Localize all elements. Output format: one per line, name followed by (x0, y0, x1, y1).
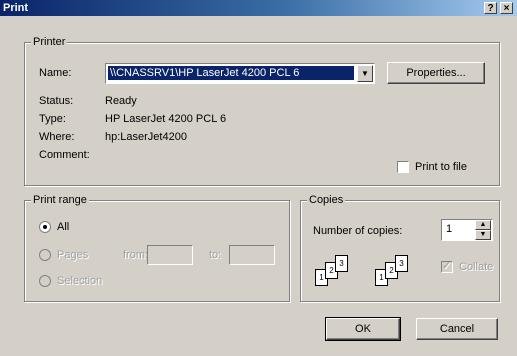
collate-copy-page-3: 3 (395, 255, 408, 272)
chevron-down-icon: ▼ (361, 69, 369, 78)
comment-label: Comment: (39, 149, 90, 161)
collate-checkbox[interactable]: ✓ (441, 260, 453, 273)
radio-selected-dot (43, 225, 47, 229)
from-field[interactable] (147, 245, 193, 265)
status-value: Ready (105, 95, 137, 107)
window-title: Print (3, 2, 29, 14)
printer-name-value: \\CNASSRV1\HP LaserJet 4200 PCL 6 (108, 66, 354, 80)
printer-name-select[interactable]: \\CNASSRV1\HP LaserJet 4200 PCL 6 ▼ (105, 63, 375, 84)
print-range-group: Print range All Pages from: to: Selectio… (24, 194, 290, 302)
arrow-up-icon: ▲ (479, 221, 487, 228)
print-to-file-label[interactable]: Print to file (415, 161, 467, 173)
help-button[interactable]: ? (484, 2, 497, 14)
title-bar: Print ? × (0, 0, 517, 16)
collate-label[interactable]: Collate (459, 261, 493, 273)
pages-radio[interactable] (39, 249, 51, 261)
pages-label[interactable]: Pages (57, 249, 88, 261)
type-label: Type: (39, 113, 66, 125)
arrow-down-icon: ▼ (479, 231, 487, 238)
copies-increment-button[interactable]: ▲ (475, 220, 491, 230)
print-to-file-checkbox[interactable] (397, 161, 409, 173)
collate-page-3: 3 (335, 255, 348, 272)
selection-radio[interactable] (39, 275, 51, 287)
from-label: from: (123, 249, 149, 261)
number-of-copies-label: Number of copies: (313, 225, 403, 237)
collate-illustration: 1 2 3 (315, 255, 375, 291)
printer-group-label: Printer (31, 36, 68, 48)
print-range-group-label: Print range (31, 194, 89, 206)
type-value: HP LaserJet 4200 PCL 6 (105, 113, 227, 125)
close-button[interactable]: × (500, 2, 513, 14)
check-icon: ✓ (442, 260, 452, 272)
printer-name-label: Name: (39, 67, 72, 79)
where-value: hp:LaserJet4200 (105, 131, 187, 143)
selection-label[interactable]: Selection (57, 275, 102, 287)
all-label[interactable]: All (57, 221, 69, 233)
to-field[interactable] (229, 245, 275, 265)
printer-group: Printer Name: \\CNASSRV1\HP LaserJet 420… (24, 36, 500, 186)
where-label: Where: (39, 131, 75, 143)
copies-decrement-button[interactable]: ▼ (475, 230, 491, 240)
ok-button[interactable]: OK (325, 317, 401, 341)
status-label: Status: (39, 95, 74, 107)
printer-dropdown-button[interactable]: ▼ (357, 65, 373, 82)
all-radio[interactable] (39, 221, 51, 233)
collate-illustration-copy: 1 2 3 (375, 255, 435, 291)
copies-group: Copies Number of copies: 1 ▲ ▼ 1 2 3 1 2… (300, 194, 500, 302)
to-label: to: (209, 249, 222, 261)
copies-group-label: Copies (307, 194, 346, 206)
cancel-button[interactable]: Cancel (416, 318, 498, 340)
close-icon: × (503, 3, 510, 14)
copies-spinner[interactable]: 1 ▲ ▼ (441, 219, 493, 241)
properties-button[interactable]: Properties... (387, 62, 485, 84)
copies-value[interactable]: 1 (446, 223, 452, 235)
help-icon: ? (487, 3, 494, 14)
